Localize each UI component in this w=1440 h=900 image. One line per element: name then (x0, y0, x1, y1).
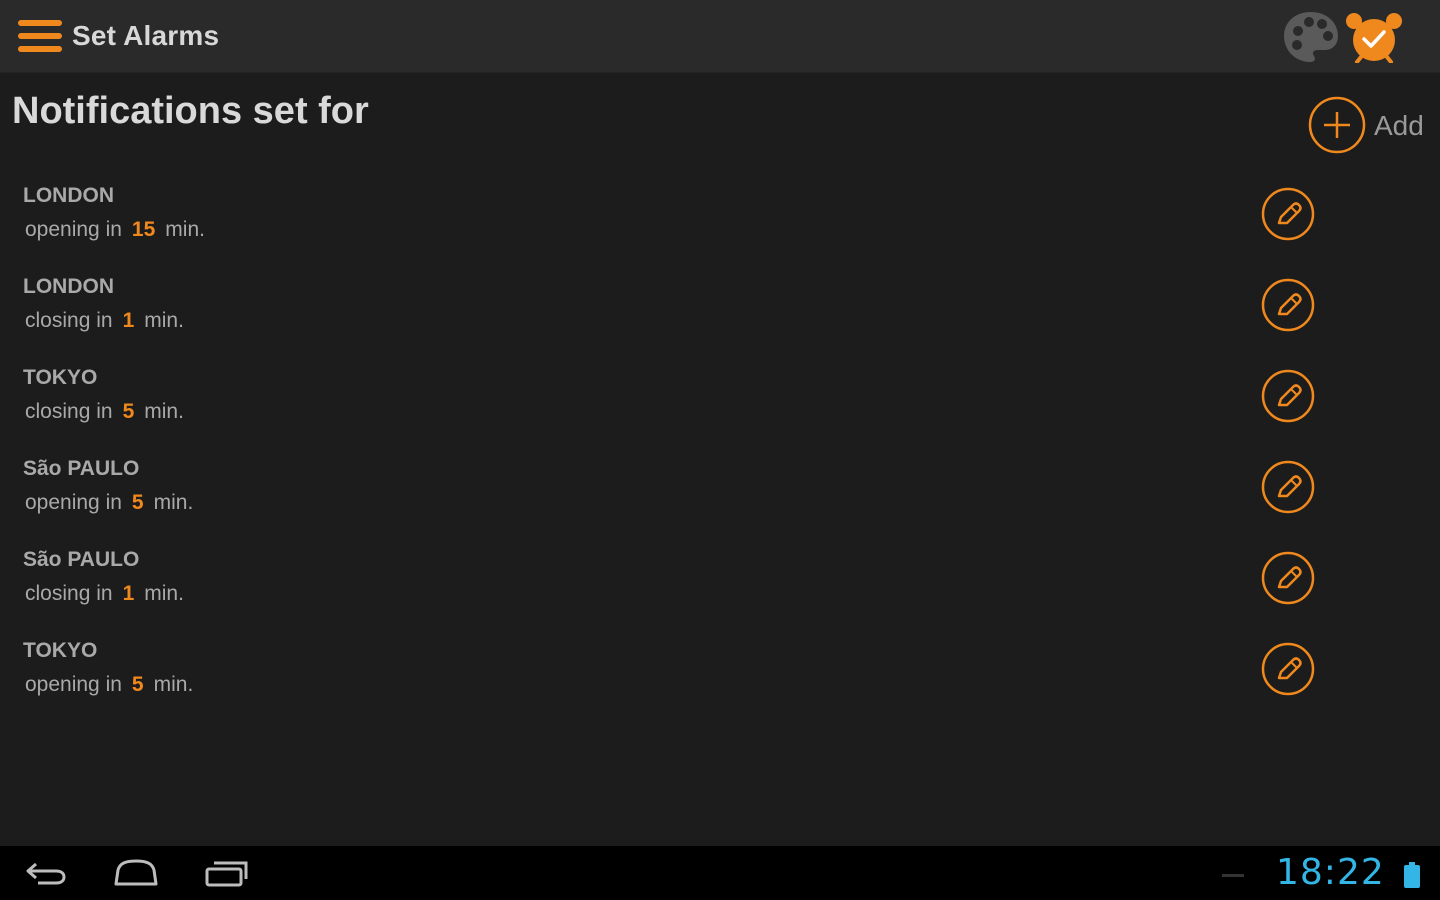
event-text: opening in (25, 491, 122, 514)
battery-icon (1404, 862, 1420, 888)
alarm-detail: opening in 15 min. (25, 218, 205, 242)
home-icon[interactable] (112, 858, 160, 888)
page-title: Notifications set for (12, 90, 369, 132)
system-clock: 18:22 (1276, 852, 1385, 893)
city-label: TOKYO (23, 639, 98, 662)
app-root: Set Alarms Notifications set for Add LON… (0, 0, 1440, 900)
unit-text: min. (153, 491, 194, 514)
signal-indicator (1222, 874, 1244, 877)
back-icon[interactable] (24, 858, 68, 888)
event-text: opening in (25, 673, 122, 696)
edit-icon[interactable] (1260, 368, 1316, 424)
system-nav-bar (0, 846, 1440, 900)
unit-text: min. (153, 673, 194, 696)
alarm-detail: closing in 1 min. (25, 309, 184, 333)
minutes-value: 5 (131, 673, 144, 696)
alarm-detail: closing in 5 min. (25, 400, 184, 424)
unit-text: min. (144, 400, 184, 423)
city-label: São PAULO (23, 457, 140, 480)
event-text: closing in (25, 400, 113, 423)
recent-apps-icon[interactable] (204, 858, 250, 888)
list-item[interactable]: São PAULO closing in 1 min. (0, 536, 1440, 627)
edit-icon[interactable] (1260, 550, 1316, 606)
event-text: closing in (25, 309, 113, 332)
event-text: closing in (25, 582, 113, 605)
alarm-clock-icon[interactable] (1344, 11, 1404, 63)
menu-icon[interactable] (18, 20, 64, 54)
alarm-detail: closing in 1 min. (25, 582, 184, 606)
add-button[interactable]: Add (1308, 96, 1434, 156)
city-label: São PAULO (23, 548, 140, 571)
list-item[interactable]: TOKYO opening in 5 min. (0, 627, 1440, 718)
alarm-detail: opening in 5 min. (25, 673, 193, 697)
minutes-value: 1 (122, 582, 135, 605)
city-label: LONDON (23, 275, 114, 298)
minutes-value: 5 (131, 491, 144, 514)
city-label: LONDON (23, 184, 114, 207)
palette-icon[interactable] (1282, 9, 1340, 65)
event-text: opening in (25, 218, 122, 241)
list-item[interactable]: TOKYO closing in 5 min. (0, 354, 1440, 445)
minutes-value: 5 (122, 400, 135, 423)
unit-text: min. (144, 582, 184, 605)
unit-text: min. (144, 309, 184, 332)
edit-icon[interactable] (1260, 277, 1316, 333)
alarm-list: LONDON opening in 15 min. LONDON closing i… (0, 172, 1440, 718)
plus-circle-icon (1308, 96, 1366, 154)
edit-icon[interactable] (1260, 641, 1316, 697)
minutes-value: 1 (122, 309, 135, 332)
list-item[interactable]: LONDON closing in 1 min. (0, 263, 1440, 354)
minutes-value: 15 (131, 218, 156, 241)
alarm-detail: opening in 5 min. (25, 491, 193, 515)
unit-text: min. (165, 218, 205, 241)
edit-icon[interactable] (1260, 186, 1316, 242)
city-label: TOKYO (23, 366, 98, 389)
list-item[interactable]: São PAULO opening in 5 min. (0, 445, 1440, 536)
add-label: Add (1374, 110, 1424, 141)
edit-icon[interactable] (1260, 459, 1316, 515)
app-title: Set Alarms (72, 20, 220, 51)
list-item[interactable]: LONDON opening in 15 min. (0, 172, 1440, 263)
action-bar: Set Alarms (0, 0, 1440, 73)
